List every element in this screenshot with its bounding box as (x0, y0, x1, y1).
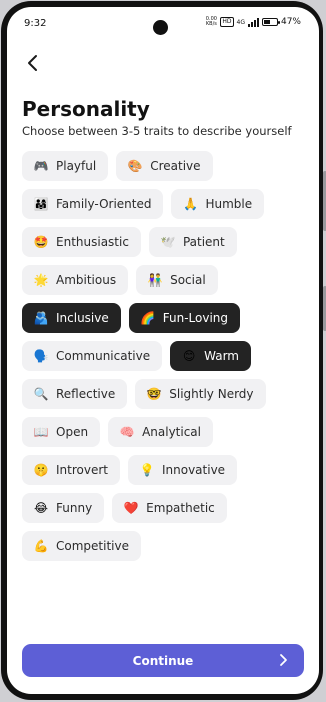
continue-label: Continue (132, 653, 194, 668)
trait-label: Creative (150, 159, 201, 173)
trait-label: Communicative (56, 349, 151, 363)
trait-chip-enthusiastic[interactable]: 🤩 Enthusiastic (22, 227, 141, 257)
phone-frame: 9:32 0.00 KB/s HD 4G 47% Personality Cho… (1, 1, 326, 700)
trait-chip-warm[interactable]: 😊 Warm (170, 341, 251, 371)
trait-label: Patient (182, 235, 225, 249)
trait-chip-innovative[interactable]: 💡 Innovative (127, 455, 238, 485)
trait-emoji: 🕊️ (160, 235, 176, 249)
trait-emoji: 💡 (139, 463, 155, 477)
trait-label: Innovative (161, 463, 226, 477)
battery-percent: 47% (280, 17, 301, 27)
trait-label: Competitive (56, 539, 129, 553)
status-time: 9:32 (24, 18, 47, 29)
trait-emoji: 🙏 (183, 197, 198, 211)
trait-chip-patient[interactable]: 🕊️ Patient (148, 227, 237, 257)
status-icons: 0.00 KB/s HD 4G 47% (205, 17, 301, 27)
trait-emoji: 📖 (33, 425, 49, 439)
trait-emoji: 🧠 (119, 425, 135, 439)
network-type: 4G (236, 18, 245, 26)
continue-button[interactable]: Continue (22, 644, 304, 677)
trait-chip-introvert[interactable]: 🤫 Introvert (22, 455, 120, 485)
trait-label: Playful (56, 159, 97, 173)
trait-emoji: 🫂 (33, 311, 49, 325)
trait-emoji: 🎨 (127, 159, 143, 173)
status-bar: 9:32 0.00 KB/s HD 4G 47% (7, 7, 319, 35)
trait-chip-reflective[interactable]: 🔍 Reflective (22, 379, 128, 409)
trait-chip-communicative[interactable]: 🗣️ Communicative (22, 341, 163, 371)
page-subtitle: Choose between 3-5 traits to describe yo… (22, 124, 292, 138)
trait-emoji: 🗣️ (33, 349, 49, 363)
trait-emoji: 🤫 (33, 463, 49, 477)
trait-label: Inclusive (56, 311, 109, 325)
trait-label: Empathetic (146, 501, 215, 515)
trait-label: Warm (204, 349, 239, 363)
trait-label: Funny (56, 501, 93, 515)
trait-chip-family-oriented[interactable]: 👨‍👩‍👧 Family-Oriented (22, 189, 164, 219)
trait-emoji: 😂 (33, 501, 49, 515)
trait-label: Enthusiastic (56, 235, 129, 249)
battery-icon (261, 18, 280, 26)
trait-emoji: 🔍 (33, 387, 49, 401)
trait-chip-analytical[interactable]: 🧠 Analytical (108, 417, 213, 447)
trait-chip-competitive[interactable]: 💪 Competitive (22, 531, 141, 561)
trait-chip-playful[interactable]: 🎮 Playful (22, 151, 109, 181)
trait-chip-list: 🎮 Playful 🎨 Creative 👨‍👩‍👧 Family-Oriented 🙏 Hu… (22, 151, 314, 561)
trait-chip-social[interactable]: 👫 Social (136, 265, 218, 295)
trait-chip-empathetic[interactable]: ❤️ Empathetic (112, 493, 227, 523)
trait-label: Fun-Loving (162, 311, 229, 325)
trait-chip-ambitious[interactable]: 🌟 Ambitious (22, 265, 129, 295)
trait-label: Open (56, 425, 89, 439)
trait-emoji: 🌟 (33, 273, 49, 287)
trait-label: Introvert (56, 463, 108, 477)
signal-icon (247, 17, 259, 27)
trait-emoji: ❤️ (123, 501, 139, 515)
trait-emoji: 🎮 (33, 159, 49, 173)
network-speed: 0.00 KB/s (205, 16, 217, 27)
trait-emoji: 🌈 (140, 311, 156, 325)
trait-emoji: 💪 (33, 539, 49, 553)
trait-chip-open[interactable]: 📖 Open (22, 417, 101, 447)
hd-icon: HD (220, 17, 234, 27)
trait-chip-creative[interactable]: 🎨 Creative (116, 151, 213, 181)
trait-label: Analytical (142, 425, 201, 439)
trait-chip-humble[interactable]: 🙏 Humble (171, 189, 265, 219)
front-camera (153, 20, 168, 35)
trait-emoji: 🤩 (33, 235, 49, 249)
trait-chip-fun-loving[interactable]: 🌈 Fun-Loving (128, 303, 241, 333)
page-title: Personality (22, 97, 150, 121)
trait-label: Slightly Nerdy (169, 387, 254, 401)
trait-chip-inclusive[interactable]: 🫂 Inclusive (22, 303, 121, 333)
chevron-right-icon (280, 654, 287, 666)
back-button[interactable] (23, 53, 43, 73)
trait-chip-slightly-nerdy[interactable]: 🤓 Slightly Nerdy (135, 379, 266, 409)
chevron-left-icon (28, 55, 37, 71)
trait-chip-funny[interactable]: 😂 Funny (22, 493, 105, 523)
trait-label: Reflective (56, 387, 116, 401)
trait-emoji: 😊 (182, 349, 196, 363)
screen: 9:32 0.00 KB/s HD 4G 47% Personality Cho… (7, 7, 319, 694)
trait-emoji: 🤓 (146, 387, 162, 401)
trait-label: Humble (205, 197, 253, 211)
trait-label: Social (170, 273, 206, 287)
trait-label: Family-Oriented (56, 197, 152, 211)
trait-label: Ambitious (56, 273, 117, 287)
trait-emoji: 👨‍👩‍👧 (33, 197, 49, 211)
trait-emoji: 👫 (147, 273, 163, 287)
